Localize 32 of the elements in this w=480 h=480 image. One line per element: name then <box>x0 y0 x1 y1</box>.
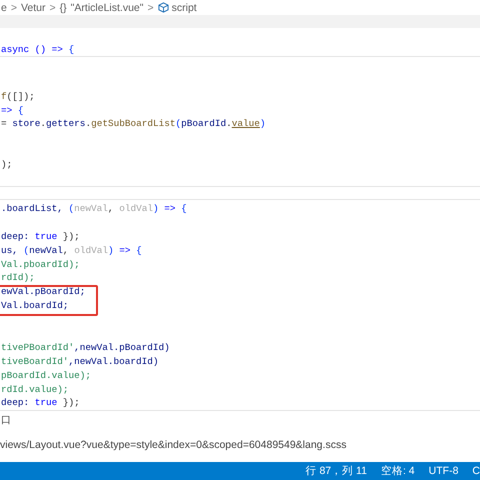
code-line: us, (newVal, oldVal) => { <box>0 244 142 258</box>
code-line: = store.getters.getSubBoardList(pBoardId.value) <box>0 117 266 130</box>
code-line: rdId.value); <box>0 382 69 396</box>
status-item[interactable]: C <box>472 464 480 478</box>
code-line: f([]); <box>0 90 35 104</box>
chevron-separator: > <box>10 2 17 14</box>
code-line: ); <box>0 158 12 171</box>
code-line: async () => { <box>0 43 74 56</box>
chevron-separator: > <box>148 2 154 14</box>
status-item[interactable]: UTF-8 <box>428 464 458 478</box>
output-text: views/Layout.vue?vue&type=style&index=0&scoped=60489549&lang.scss <box>0 438 346 452</box>
code-line: tivePBoardId',newVal.pBoardId) <box>0 340 170 355</box>
breadcrumb-item[interactable]: "ArticleList.vue" <box>70 2 144 14</box>
code-line: Val.pboardId); <box>0 258 80 272</box>
breadcrumb-item[interactable]: e <box>1 2 7 14</box>
braces-icon: {} <box>60 2 67 14</box>
code-line: rdId); <box>0 271 35 286</box>
code-line: Val.boardId; <box>0 299 69 314</box>
breadcrumb-item[interactable]: Vetur <box>20 2 46 14</box>
code-line: deep: true }); <box>0 396 80 410</box>
code-line: ewVal.pBoardId; <box>0 285 86 300</box>
status-item[interactable]: 行 87，列 11 <box>306 464 367 478</box>
status-item[interactable]: 空格: 4 <box>380 464 415 478</box>
code-line: .boardList, (newVal, oldVal) => { <box>0 202 187 216</box>
cube-icon <box>158 2 169 13</box>
breadcrumb-item[interactable]: script <box>172 2 197 14</box>
panel-title: 口 <box>1 414 11 428</box>
code-line: deep: true }); <box>0 230 80 244</box>
chevron-separator: > <box>50 2 56 14</box>
code-line: tiveBoardId',newVal.boardId) <box>0 354 159 369</box>
code-line: pBoardId.value); <box>0 368 92 383</box>
code-line: => { <box>0 104 24 117</box>
